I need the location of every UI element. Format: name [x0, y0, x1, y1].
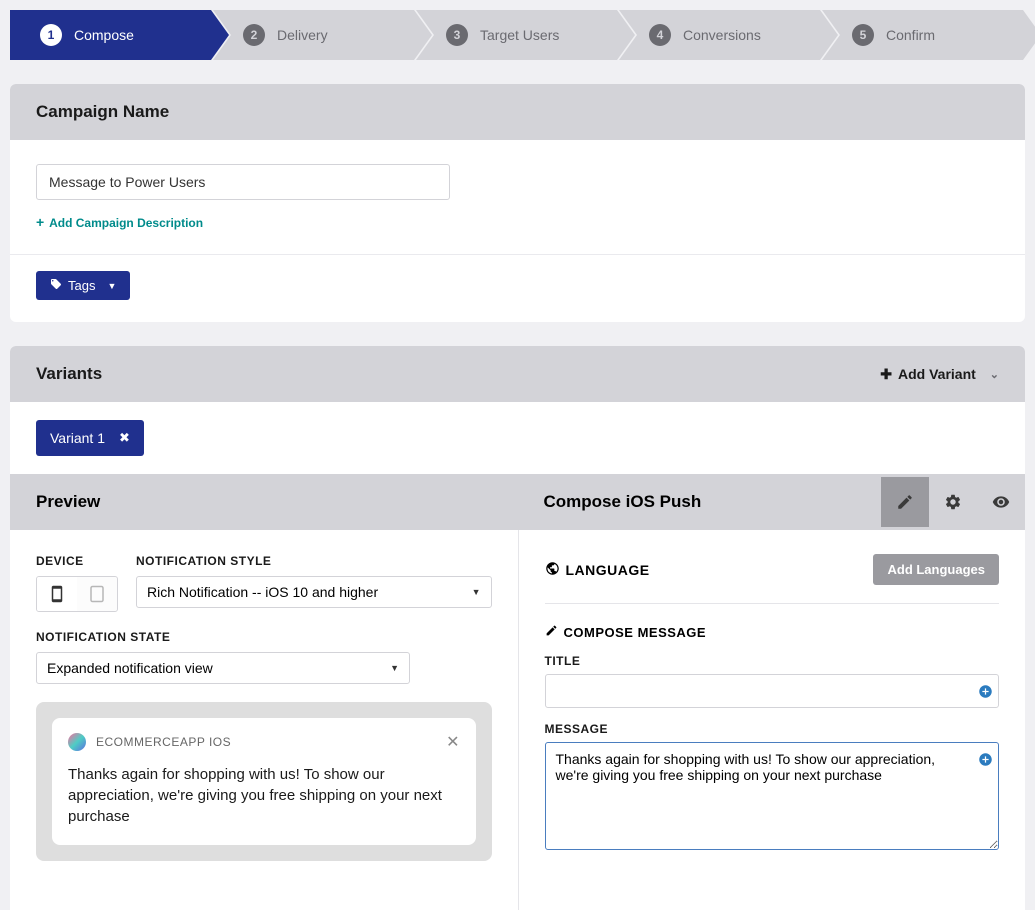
notification-text: Thanks again for shopping with us! To sh… — [68, 764, 460, 827]
edit-tab-button[interactable] — [881, 477, 929, 527]
caret-down-icon: ▼ — [390, 663, 399, 673]
campaign-name-input[interactable] — [36, 164, 450, 200]
step-number: 3 — [446, 24, 468, 46]
step-confirm[interactable]: 5 Confirm — [822, 10, 1023, 60]
step-number: 1 — [40, 24, 62, 46]
app-icon — [68, 733, 86, 751]
add-desc-label: Add Campaign Description — [49, 216, 203, 230]
tag-icon — [50, 278, 62, 293]
device-label: DEVICE — [36, 554, 118, 568]
campaign-panel: Campaign Name + Add Campaign Description… — [10, 84, 1025, 322]
gear-icon — [944, 493, 962, 511]
variant-chip[interactable]: Variant 1 ✖ — [36, 420, 144, 456]
app-name: ECOMMERCEAPP IOS — [96, 735, 436, 749]
step-target-users[interactable]: 3 Target Users — [416, 10, 617, 60]
step-label: Delivery — [277, 27, 328, 43]
step-number: 4 — [649, 24, 671, 46]
tablet-icon — [88, 585, 106, 603]
remove-variant-icon[interactable]: ✖ — [119, 430, 130, 446]
step-compose[interactable]: 1 Compose — [10, 10, 211, 60]
step-label: Conversions — [683, 27, 761, 43]
tags-label: Tags — [68, 278, 95, 293]
compose-area: Preview DEVICE NOTIFICATION STYLE — [10, 474, 1025, 910]
message-textarea[interactable] — [545, 742, 1000, 850]
campaign-header: Campaign Name — [10, 84, 1025, 140]
notification-state-label: NOTIFICATION STATE — [36, 630, 492, 644]
add-variant-label: Add Variant — [898, 366, 976, 382]
close-icon[interactable]: ✕ — [446, 732, 459, 752]
compose-title: Compose iOS Push — [544, 492, 702, 512]
step-label: Confirm — [886, 27, 935, 43]
notification-style-label: NOTIFICATION STYLE — [136, 554, 492, 568]
step-delivery[interactable]: 2 Delivery — [213, 10, 414, 60]
add-languages-button[interactable]: Add Languages — [873, 554, 999, 585]
notification-card: ECOMMERCEAPP IOS ✕ Thanks again for shop… — [52, 718, 476, 845]
plus-icon: + — [36, 214, 44, 230]
device-phone-option[interactable] — [37, 577, 77, 611]
step-number: 5 — [852, 24, 874, 46]
add-campaign-description-link[interactable]: + Add Campaign Description — [36, 214, 999, 230]
notification-state-select[interactable]: Expanded notification view ▼ — [36, 652, 410, 684]
select-value: Expanded notification view — [47, 660, 213, 676]
phone-icon — [48, 585, 66, 603]
variants-panel: Variants ✚ Add Variant ⌄ Variant 1 ✖ — [10, 346, 1025, 474]
chevron-down-icon: ⌄ — [990, 368, 999, 381]
caret-down-icon: ▼ — [472, 587, 481, 597]
step-number: 2 — [243, 24, 265, 46]
compose-header: Compose iOS Push — [518, 474, 1026, 530]
compose-column: Compose iOS Push LANGUAGE — [518, 474, 1026, 910]
caret-down-icon: ▼ — [107, 281, 116, 291]
add-variant-button[interactable]: ✚ Add Variant ⌄ — [880, 366, 999, 383]
tags-button[interactable]: Tags ▼ — [36, 271, 130, 300]
preview-column: Preview DEVICE NOTIFICATION STYLE — [10, 474, 518, 910]
pencil-icon — [545, 624, 558, 640]
step-conversions[interactable]: 4 Conversions — [619, 10, 820, 60]
settings-tab-button[interactable] — [929, 477, 977, 527]
notification-style-select[interactable]: Rich Notification -- iOS 10 and higher ▼ — [136, 576, 492, 608]
globe-icon — [545, 561, 560, 579]
eye-icon — [992, 493, 1010, 511]
step-label: Target Users — [480, 27, 559, 43]
variants-title: Variants — [36, 364, 102, 384]
step-nav: 1 Compose 2 Delivery 3 Target Users 4 Co… — [10, 10, 1025, 60]
step-label: Compose — [74, 27, 134, 43]
add-personalization-button[interactable] — [978, 752, 993, 770]
message-label: MESSAGE — [545, 722, 1000, 736]
variants-header: Variants ✚ Add Variant ⌄ — [10, 346, 1025, 402]
device-tablet-option[interactable] — [77, 577, 117, 611]
device-toggle — [36, 576, 118, 612]
select-value: Rich Notification -- iOS 10 and higher — [147, 584, 378, 600]
plus-icon: ✚ — [880, 366, 892, 383]
pencil-icon — [896, 493, 914, 511]
preview-tab-button[interactable] — [977, 477, 1025, 527]
notification-preview: ECOMMERCEAPP IOS ✕ Thanks again for shop… — [36, 702, 492, 861]
title-input[interactable] — [545, 674, 1000, 708]
variant-label: Variant 1 — [50, 430, 105, 446]
add-personalization-button[interactable] — [978, 684, 993, 702]
language-label: LANGUAGE — [545, 561, 650, 579]
title-label: TITLE — [545, 654, 1000, 668]
preview-header: Preview — [10, 474, 518, 530]
compose-message-label: COMPOSE MESSAGE — [545, 624, 1000, 640]
